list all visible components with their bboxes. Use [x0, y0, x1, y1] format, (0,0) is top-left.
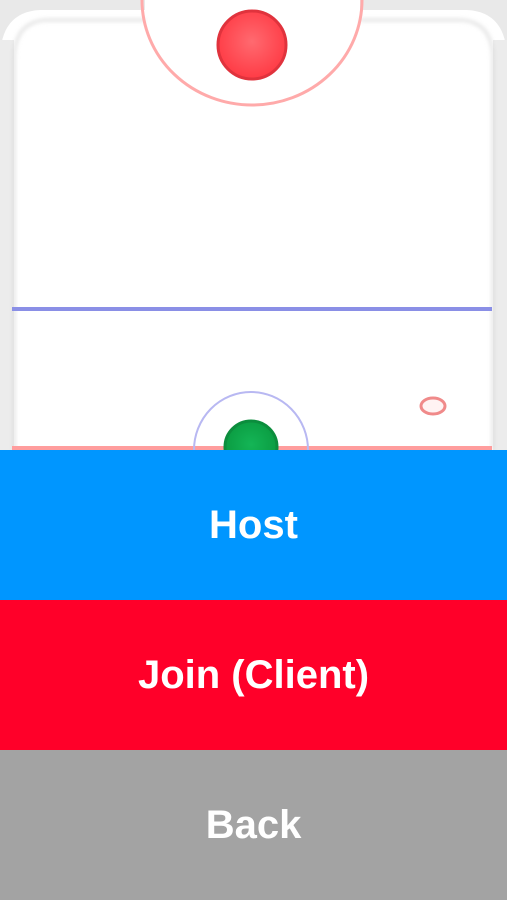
- rink-right-side: [493, 40, 507, 450]
- puck-icon: [419, 396, 447, 416]
- center-line: [12, 307, 492, 311]
- opponent-mallet-icon: [216, 9, 288, 81]
- host-button[interactable]: Host: [0, 450, 507, 600]
- rink-drawing: [0, 0, 507, 450]
- air-hockey-screen: Host Join (Client) Back: [0, 0, 507, 900]
- rink-background: [0, 0, 507, 450]
- join-client-button[interactable]: Join (Client): [0, 600, 507, 750]
- rink-left-side: [0, 40, 14, 450]
- back-button[interactable]: Back: [0, 750, 507, 900]
